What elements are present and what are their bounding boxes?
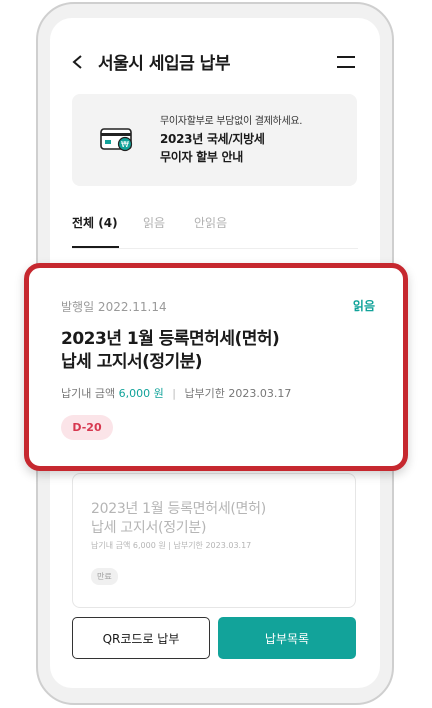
expired-badge: 만료 bbox=[91, 568, 118, 585]
amount-value: 6,000 원 bbox=[118, 387, 164, 400]
tab-unread[interactable]: 안읽음 bbox=[194, 214, 227, 231]
read-status: 읽음 bbox=[352, 299, 375, 313]
svg-text:₩: ₩ bbox=[121, 140, 129, 149]
tab-bar: 전체 (4) 읽음 안읽음 bbox=[72, 214, 358, 248]
payment-list-button[interactable]: 납부목록 bbox=[218, 617, 356, 659]
credit-card-icon: ₩ bbox=[100, 128, 133, 152]
app-header: 서울시 세입금 납부 bbox=[50, 18, 380, 100]
notice-title: 2023년 1월 등록면허세(면허) 납세 고지서(정기분) bbox=[91, 501, 266, 536]
notice-meta: 납기내 금액 6,000 원 | 납부기한 2023.03.17 bbox=[61, 385, 291, 401]
qr-pay-button[interactable]: QR코드로 납부 bbox=[72, 617, 210, 659]
notice-card-highlighted[interactable]: 발행일 2022.11.14 읽음 2023년 1월 등록면허세(면허) 납세 … bbox=[24, 263, 408, 471]
amount-label: 납기내 금액 bbox=[61, 387, 116, 400]
menu-icon[interactable] bbox=[337, 56, 355, 70]
back-arrow-icon[interactable] bbox=[70, 54, 86, 70]
installment-banner[interactable]: ₩ 무이자할부로 부담없이 결제하세요. 2023년 국세/지방세 무이자 할부… bbox=[72, 94, 357, 186]
notice-title: 2023년 1월 등록면허세(면허) 납세 고지서(정기분) bbox=[61, 329, 280, 372]
due-date: 2023.03.17 bbox=[228, 387, 292, 400]
notice-meta: 납기내 금액 6,000 원 | 납부기한 2023.03.17 bbox=[91, 541, 252, 550]
due-label: 납부기한 bbox=[184, 387, 225, 400]
tab-read[interactable]: 읽음 bbox=[143, 214, 165, 231]
issue-date: 발행일 2022.11.14 bbox=[61, 300, 167, 314]
tab-divider bbox=[72, 248, 358, 249]
banner-title: 2023년 국세/지방세 무이자 할부 안내 bbox=[160, 132, 265, 164]
meta-separator: | bbox=[172, 387, 176, 400]
d-day-badge: D-20 bbox=[61, 415, 113, 440]
banner-subtitle: 무이자할부로 부담없이 결제하세요. bbox=[160, 116, 303, 127]
notice-card-expired[interactable]: 2023년 1월 등록면허세(면허) 납세 고지서(정기분) 납기내 금액 6,… bbox=[72, 473, 356, 608]
page-title: 서울시 세입금 납부 bbox=[98, 54, 230, 74]
tab-all[interactable]: 전체 (4) bbox=[72, 214, 118, 231]
